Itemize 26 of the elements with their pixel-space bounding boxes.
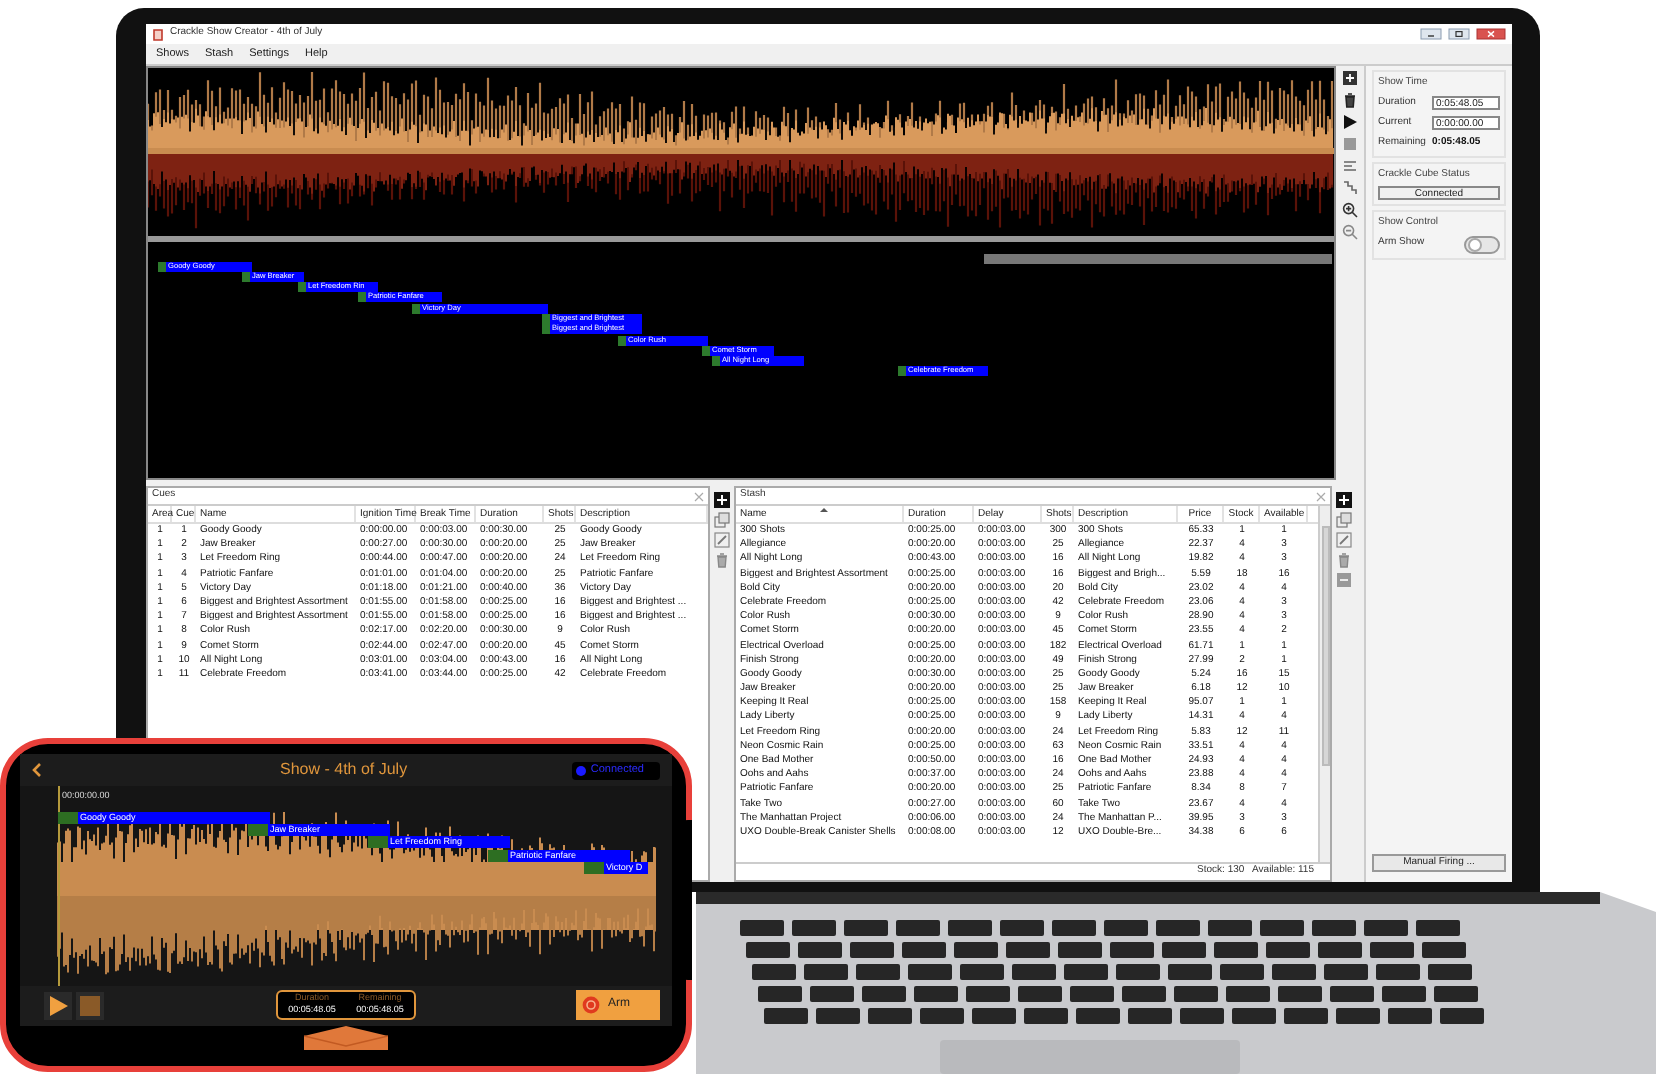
zoom-in-icon[interactable] <box>1342 202 1358 218</box>
pull-up-handle-icon[interactable] <box>304 1026 388 1050</box>
edit-icon[interactable] <box>714 532 730 548</box>
phone-title: Show - 4th of July <box>280 758 408 782</box>
add-icon[interactable] <box>1336 492 1352 508</box>
close-button[interactable] <box>1476 28 1506 40</box>
diagonal-steps-icon[interactable] <box>1342 180 1358 196</box>
timeline-scrollbar[interactable] <box>984 254 1332 264</box>
play-button[interactable] <box>44 992 72 1020</box>
app-logo-icon <box>152 27 164 41</box>
back-icon[interactable] <box>32 762 42 778</box>
minimize-button[interactable] <box>1420 28 1442 40</box>
arm-icon <box>582 996 600 1014</box>
toggle-switch[interactable] <box>1464 235 1500 253</box>
clear-icon[interactable] <box>1316 491 1326 501</box>
clear-icon[interactable] <box>694 491 704 501</box>
edit-icon[interactable] <box>1336 532 1352 548</box>
add-icon[interactable] <box>714 492 730 508</box>
sort-arrow-icon <box>819 507 827 511</box>
add-icon[interactable] <box>1342 70 1358 86</box>
stop-icon[interactable] <box>1342 136 1358 152</box>
maximize-button[interactable] <box>1448 28 1470 40</box>
trash-icon[interactable] <box>1342 92 1358 108</box>
scrollbar[interactable] <box>1318 506 1330 862</box>
play-icon[interactable] <box>1342 114 1358 130</box>
zoom-out-icon[interactable] <box>1342 224 1358 240</box>
